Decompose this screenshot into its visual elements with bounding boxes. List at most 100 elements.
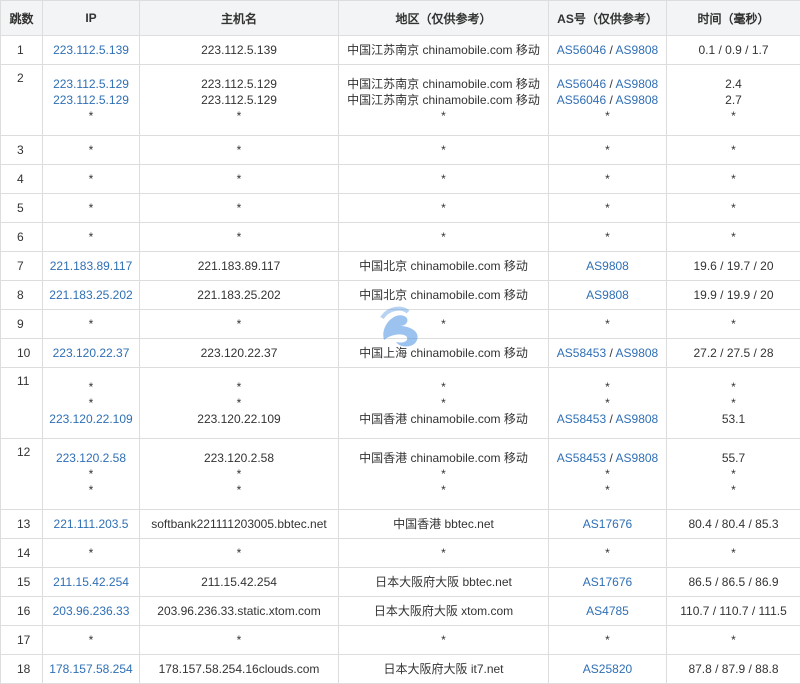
time-cell: 19.9 / 19.9 / 20 <box>667 281 800 310</box>
ip-cell: * <box>43 194 140 223</box>
hostname-cell: * <box>140 165 339 194</box>
as-cell: * <box>549 165 667 194</box>
as-separator: / <box>606 43 615 57</box>
ip-cell: * <box>43 223 140 252</box>
ip-link[interactable]: 223.120.2.58 <box>43 450 139 466</box>
time-text: * <box>667 466 800 482</box>
as-link[interactable]: AS58453 <box>557 412 606 426</box>
location-cell: * <box>339 136 549 165</box>
hostname-cell: 203.96.236.33.static.xtom.com <box>140 597 339 626</box>
as-separator: / <box>606 93 615 107</box>
hostname-text: * <box>140 632 338 648</box>
as-link[interactable]: AS58453 <box>557 451 606 465</box>
hostname-text: * <box>140 171 338 187</box>
hostname-text: 223.120.2.58 <box>140 450 338 466</box>
location-cell: * <box>339 626 549 655</box>
as-link[interactable]: AS4785 <box>586 604 629 618</box>
ip-link[interactable]: 221.183.89.117 <box>43 258 139 274</box>
table-row: 16203.96.236.33203.96.236.33.static.xtom… <box>1 597 800 626</box>
as-link[interactable]: AS9808 <box>616 77 659 91</box>
ip-link[interactable]: 221.111.203.5 <box>43 516 139 532</box>
as-link[interactable]: AS17676 <box>583 517 632 531</box>
hostname-cell: * <box>140 136 339 165</box>
hostname-text: 203.96.236.33.static.xtom.com <box>140 603 338 619</box>
hostname-text: * <box>140 379 338 395</box>
location-text: 中国北京 chinamobile.com 移动 <box>339 287 548 303</box>
location-text: 中国江苏南京 chinamobile.com 移动 <box>339 76 548 92</box>
ip-link[interactable]: 221.183.25.202 <box>43 287 139 303</box>
hostname-text: * <box>140 395 338 411</box>
location-text: * <box>339 200 548 216</box>
ip-cell: * <box>43 626 140 655</box>
as-cell: AS25820 <box>549 655 667 684</box>
time-cell: * <box>667 194 800 223</box>
time-text: 19.9 / 19.9 / 20 <box>667 287 800 303</box>
ip-unknown: * <box>43 200 139 216</box>
table-row: 3***** <box>1 136 800 165</box>
as-link[interactable]: AS58453 <box>557 346 606 360</box>
ip-link[interactable]: 203.96.236.33 <box>43 603 139 619</box>
location-text: 中国上海 chinamobile.com 移动 <box>339 345 548 361</box>
as-line: AS9808 <box>549 287 666 303</box>
header-hop: 跳数 <box>1 1 43 36</box>
as-link[interactable]: AS56046 <box>557 43 606 57</box>
ip-cell: 203.96.236.33 <box>43 597 140 626</box>
as-link[interactable]: AS9808 <box>616 93 659 107</box>
ip-link[interactable]: 223.120.22.37 <box>43 345 139 361</box>
hostname-cell: * <box>140 223 339 252</box>
time-text: * <box>667 316 800 332</box>
hostname-text: 223.112.5.129 <box>140 92 338 108</box>
as-line: * <box>549 379 666 395</box>
as-link[interactable]: AS56046 <box>557 93 606 107</box>
ip-link[interactable]: 223.112.5.129 <box>43 76 139 92</box>
as-cell: AS4785 <box>549 597 667 626</box>
as-line: AS58453 / AS9808 <box>549 411 666 427</box>
hostname-text: 178.157.58.254.16clouds.com <box>140 661 338 677</box>
as-cell: AS58453 / AS9808 <box>549 339 667 368</box>
ip-unknown: * <box>43 229 139 245</box>
location-text: 中国香港 chinamobile.com 移动 <box>339 450 548 466</box>
time-cell: 27.2 / 27.5 / 28 <box>667 339 800 368</box>
ip-link[interactable]: 223.112.5.139 <box>43 42 139 58</box>
as-link[interactable]: AS9808 <box>616 451 659 465</box>
ip-cell: * <box>43 165 140 194</box>
as-line: * <box>549 545 666 561</box>
time-text: 87.8 / 87.9 / 88.8 <box>667 661 800 677</box>
ip-link[interactable]: 211.15.42.254 <box>43 574 139 590</box>
hostname-cell: * <box>140 626 339 655</box>
as-cell: * <box>549 194 667 223</box>
as-link[interactable]: AS9808 <box>616 346 659 360</box>
as-line: * <box>549 200 666 216</box>
as-unknown: * <box>605 380 610 394</box>
location-cell: **中国香港 chinamobile.com 移动 <box>339 368 549 439</box>
hop-cell: 1 <box>1 36 43 65</box>
location-text: * <box>339 316 548 332</box>
hostname-cell: * <box>140 539 339 568</box>
ip-unknown: * <box>43 171 139 187</box>
as-link[interactable]: AS9808 <box>616 43 659 57</box>
as-link[interactable]: AS9808 <box>616 412 659 426</box>
time-text: * <box>667 632 800 648</box>
ip-unknown: * <box>43 108 139 124</box>
ip-link[interactable]: 223.120.22.109 <box>43 411 139 427</box>
as-link[interactable]: AS9808 <box>586 259 629 273</box>
time-text: 19.6 / 19.7 / 20 <box>667 258 800 274</box>
time-cell: * <box>667 310 800 339</box>
as-link[interactable]: AS25820 <box>583 662 632 676</box>
as-link[interactable]: AS9808 <box>586 288 629 302</box>
location-text: 中国北京 chinamobile.com 移动 <box>339 258 548 274</box>
ip-link[interactable]: 178.157.58.254 <box>43 661 139 677</box>
time-text: * <box>667 545 800 561</box>
time-text: 110.7 / 110.7 / 111.5 <box>667 603 800 619</box>
time-text: * <box>667 142 800 158</box>
as-link[interactable]: AS56046 <box>557 77 606 91</box>
ip-cell: 178.157.58.254 <box>43 655 140 684</box>
as-link[interactable]: AS17676 <box>583 575 632 589</box>
time-cell: * <box>667 223 800 252</box>
ip-link[interactable]: 223.112.5.129 <box>43 92 139 108</box>
as-unknown: * <box>605 483 610 497</box>
header-location: 地区（仅供参考） <box>339 1 549 36</box>
time-text: 86.5 / 86.5 / 86.9 <box>667 574 800 590</box>
hop-cell: 17 <box>1 626 43 655</box>
as-line: * <box>549 466 666 482</box>
